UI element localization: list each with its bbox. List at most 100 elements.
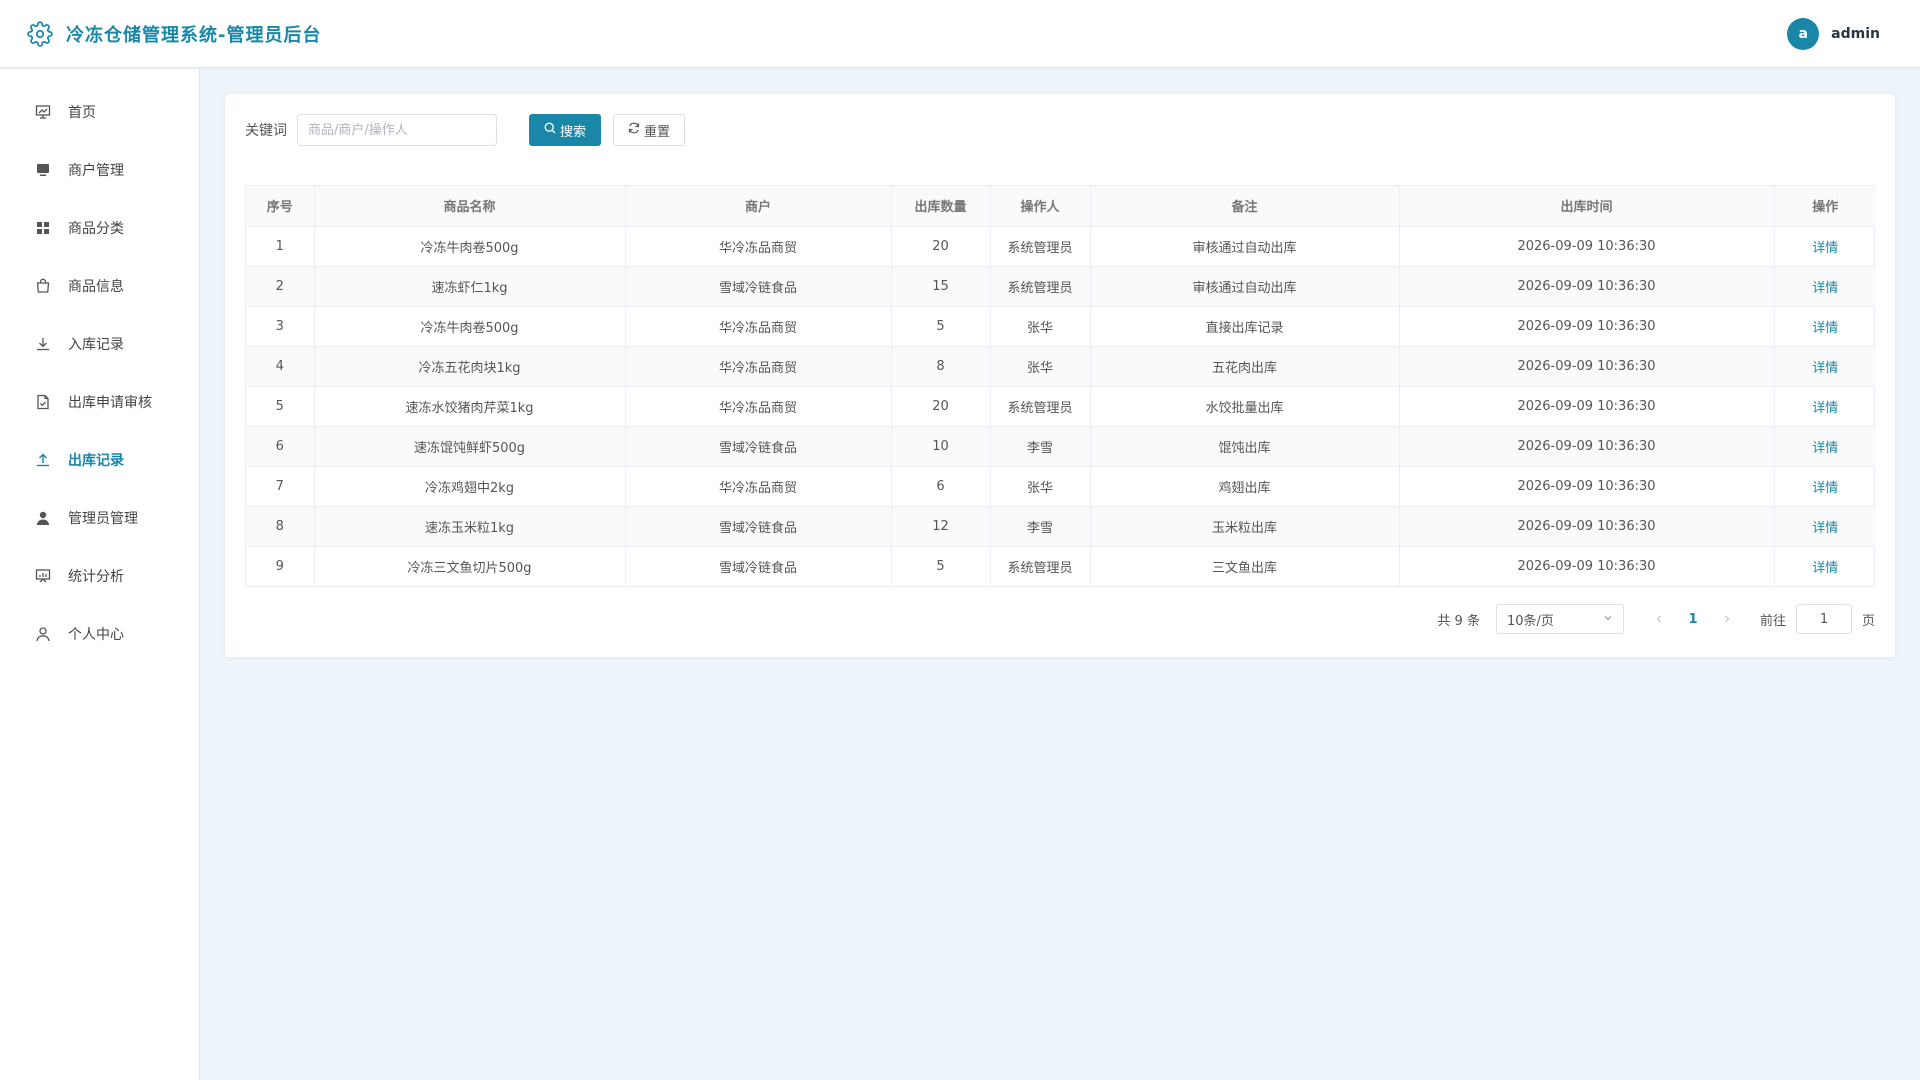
cell-time: 2026-09-09 10:36:30 xyxy=(1399,226,1775,267)
refresh-icon xyxy=(628,122,640,138)
details-link[interactable]: 详情 xyxy=(1812,401,1838,416)
cell-product: 速冻玉米粒1kg xyxy=(314,506,626,547)
sidebar-item-merchants[interactable]: 商户管理 xyxy=(0,141,199,199)
cell-index: 2 xyxy=(246,266,315,307)
sidebar-item-label: 首页 xyxy=(68,105,96,121)
upload-icon xyxy=(34,451,52,469)
cell-remark: 鸡翅出库 xyxy=(1090,466,1400,507)
cell-merchant: 华冷冻品商贸 xyxy=(625,226,892,267)
search-button[interactable]: 搜索 xyxy=(529,114,602,146)
cell-time: 2026-09-09 10:36:30 xyxy=(1399,546,1775,586)
sidebar-item-profile[interactable]: 个人中心 xyxy=(0,605,199,663)
cell-merchant: 华冷冻品商贸 xyxy=(625,346,892,387)
cell-product: 冷冻五花肉块1kg xyxy=(314,346,626,387)
avatar[interactable]: a xyxy=(1787,17,1820,50)
cell-index: 4 xyxy=(246,346,315,387)
cell-quantity: 5 xyxy=(891,306,991,347)
sidebar-item-categories[interactable]: 商品分类 xyxy=(0,199,199,257)
cell-merchant: 华冷冻品商贸 xyxy=(625,386,892,427)
search-icon xyxy=(544,122,556,138)
cell-operator: 张华 xyxy=(990,306,1091,347)
sidebar: 首页 商户管理 商品分类 商品信息 入库记录 出库申请审核 出库记录 管理员管理… xyxy=(0,69,200,1080)
details-link[interactable]: 详情 xyxy=(1812,281,1838,296)
sidebar-item-label: 出库申请审核 xyxy=(68,395,152,411)
sidebar-item-products[interactable]: 商品信息 xyxy=(0,257,199,315)
table-row: 4 冷冻五花肉块1kg 华冷冻品商贸 8 张华 五花肉出库 2026-09-09… xyxy=(246,346,1876,387)
details-link[interactable]: 详情 xyxy=(1812,321,1838,336)
cell-index: 5 xyxy=(246,386,315,427)
cell-product: 冷冻牛肉卷500g xyxy=(314,306,626,347)
details-link[interactable]: 详情 xyxy=(1812,361,1838,376)
cell-index: 8 xyxy=(246,506,315,547)
sidebar-item-outbound-records[interactable]: 出库记录 xyxy=(0,431,199,489)
search-input[interactable] xyxy=(297,114,497,146)
chart-board-icon xyxy=(34,567,52,585)
page-number-current[interactable]: 1 xyxy=(1678,606,1708,632)
page-unit-label: 页 xyxy=(1861,613,1875,629)
column-header: 序号 xyxy=(246,186,315,227)
cell-quantity: 20 xyxy=(891,386,991,427)
cell-operator: 李雪 xyxy=(990,426,1091,467)
user-menu[interactable]: a admin xyxy=(1787,17,1894,50)
column-header: 出库数量 xyxy=(891,186,991,227)
cell-time: 2026-09-09 10:36:30 xyxy=(1399,466,1775,507)
prev-page-button[interactable] xyxy=(1646,606,1672,632)
user-filled-icon xyxy=(34,509,52,527)
user-outline-icon xyxy=(34,625,52,643)
cell-operator: 张华 xyxy=(990,466,1091,507)
cell-product: 冷冻牛肉卷500g xyxy=(314,226,626,267)
cell-time: 2026-09-09 10:36:30 xyxy=(1399,346,1775,387)
cell-product: 速冻水饺猪肉芹菜1kg xyxy=(314,386,626,427)
sidebar-item-label: 商品分类 xyxy=(68,221,124,237)
cell-quantity: 20 xyxy=(891,226,991,267)
sidebar-item-label: 入库记录 xyxy=(68,337,124,353)
details-link[interactable]: 详情 xyxy=(1812,241,1838,256)
cell-operator: 系统管理员 xyxy=(990,226,1091,267)
brand: 冷冻仓储管理系统-管理员后台 xyxy=(26,20,321,48)
column-header: 商户 xyxy=(625,186,892,227)
outbound-table: 序号 商品名称 商户 出库数量 操作人 备注 出库时间 操作 1 冷冻牛肉卷50… xyxy=(245,185,1876,587)
details-link[interactable]: 详情 xyxy=(1812,481,1838,496)
table-row: 2 速冻虾仁1kg 雪域冷链食品 15 系统管理员 审核通过自动出库 2026-… xyxy=(246,266,1876,307)
sidebar-item-outbound-review[interactable]: 出库申请审核 xyxy=(0,373,199,431)
sidebar-item-label: 管理员管理 xyxy=(68,511,138,527)
username[interactable]: admin xyxy=(1831,26,1880,42)
table-row: 1 冷冻牛肉卷500g 华冷冻品商贸 20 系统管理员 审核通过自动出库 202… xyxy=(246,226,1876,267)
sidebar-item-statistics[interactable]: 统计分析 xyxy=(0,547,199,605)
grid-icon xyxy=(34,219,52,237)
cell-remark: 馄饨出库 xyxy=(1090,426,1400,467)
chevron-down-icon xyxy=(1603,612,1613,627)
details-link[interactable]: 详情 xyxy=(1812,561,1838,576)
table-row: 7 冷冻鸡翅中2kg 华冷冻品商贸 6 张华 鸡翅出库 2026-09-09 1… xyxy=(246,466,1876,507)
goto-label: 前往 xyxy=(1759,613,1786,629)
page-size-value: 10条/页 xyxy=(1506,613,1554,629)
sidebar-item-home[interactable]: 首页 xyxy=(0,83,199,141)
table-header-row: 序号 商品名称 商户 出库数量 操作人 备注 出库时间 操作 xyxy=(246,186,1876,227)
sidebar-item-admins[interactable]: 管理员管理 xyxy=(0,489,199,547)
chevron-right-icon xyxy=(1725,615,1730,623)
details-link[interactable]: 详情 xyxy=(1812,441,1838,456)
cell-operator: 系统管理员 xyxy=(990,386,1091,427)
next-page-button[interactable] xyxy=(1714,606,1740,632)
cell-time: 2026-09-09 10:36:30 xyxy=(1399,426,1775,467)
details-link[interactable]: 详情 xyxy=(1812,521,1838,536)
cell-remark: 审核通过自动出库 xyxy=(1090,266,1400,307)
cell-time: 2026-09-09 10:36:30 xyxy=(1399,266,1775,307)
top-header: 冷冻仓储管理系统-管理员后台 a admin xyxy=(0,0,1920,68)
table-row: 5 速冻水饺猪肉芹菜1kg 华冷冻品商贸 20 系统管理员 水饺批量出库 202… xyxy=(246,386,1876,427)
column-header: 出库时间 xyxy=(1399,186,1775,227)
goto-page-input[interactable] xyxy=(1795,604,1852,634)
cell-quantity: 10 xyxy=(891,426,991,467)
cell-product: 速冻虾仁1kg xyxy=(314,266,626,307)
reset-button[interactable]: 重置 xyxy=(613,114,686,146)
sidebar-item-label: 出库记录 xyxy=(68,453,124,469)
table-row: 8 速冻玉米粒1kg 雪域冷链食品 12 李雪 玉米粒出库 2026-09-09… xyxy=(246,506,1876,547)
sidebar-item-inbound[interactable]: 入库记录 xyxy=(0,315,199,373)
cell-quantity: 6 xyxy=(891,466,991,507)
cell-merchant: 雪域冷链食品 xyxy=(625,266,892,307)
cell-merchant: 雪域冷链食品 xyxy=(625,426,892,467)
cell-operator: 系统管理员 xyxy=(990,546,1091,586)
page-size-select[interactable]: 10条/页 xyxy=(1495,604,1624,634)
search-button-label: 搜索 xyxy=(560,124,587,140)
cell-quantity: 5 xyxy=(891,546,991,586)
